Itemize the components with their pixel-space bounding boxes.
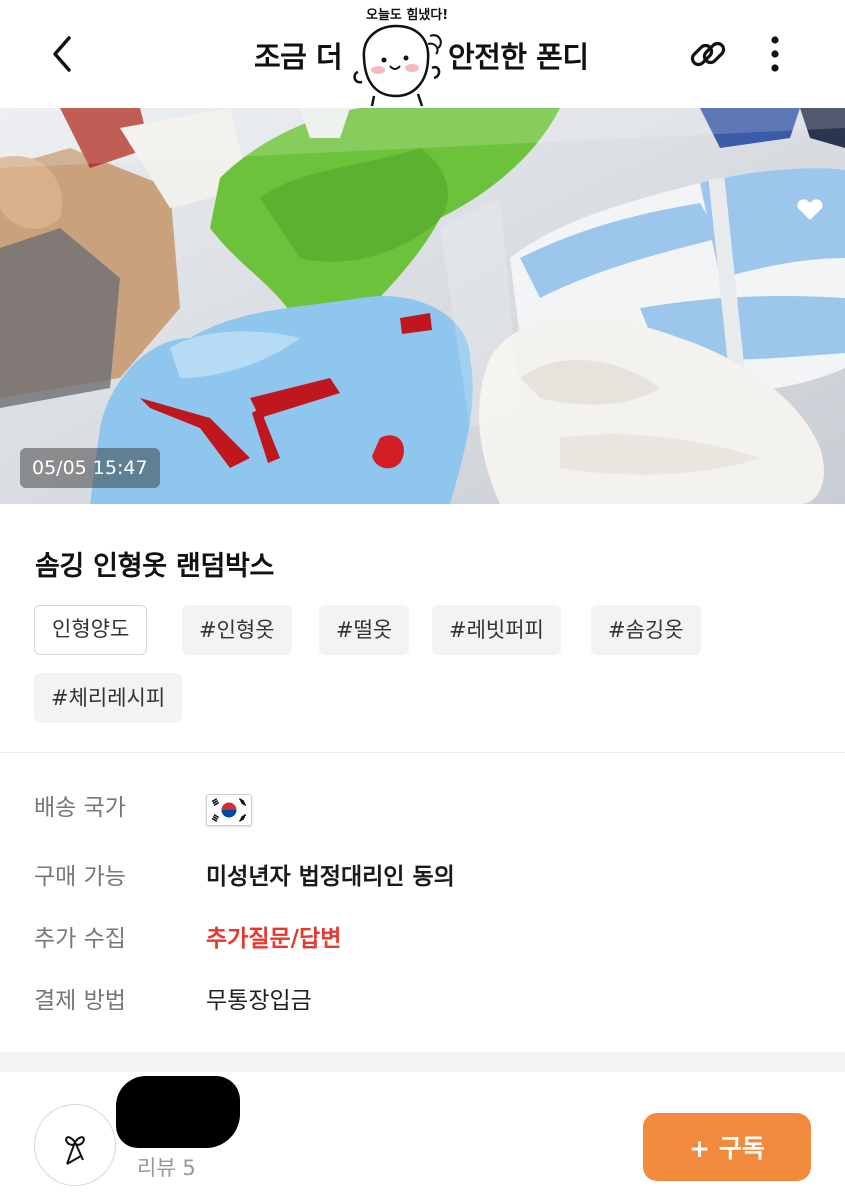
chevron-left-icon (53, 36, 71, 72)
extra-collection-label: 추가 수집 (34, 926, 126, 952)
payment-method-label: 결제 방법 (34, 988, 126, 1014)
product-photo[interactable] (0, 108, 845, 504)
shipping-country-label: 배송 국가 (34, 795, 126, 821)
tag-category[interactable]: 인형양도 (34, 605, 148, 655)
more-vertical-icon (771, 36, 779, 72)
link-icon (690, 41, 726, 67)
photo-timestamp: 05/05 15:47 (20, 448, 160, 488)
tag-item[interactable]: #레빗퍼피 (432, 605, 561, 655)
info-row-purchase: 구매 가능 미성년자 법정대리인 동의 (34, 857, 814, 897)
doll-clothes-photo (0, 108, 845, 504)
sticker-caption: 오늘도 힘냈다! (366, 8, 449, 23)
info-row-extra: 추가 수집 추가질문/답변 (34, 919, 814, 959)
page-title-right: 안전한 폰디 (448, 40, 589, 74)
more-options-button[interactable] (752, 28, 798, 80)
tag-item[interactable]: #떨옷 (319, 605, 410, 655)
tag-item[interactable]: #체리레시피 (34, 673, 183, 723)
tag-item[interactable]: #인형옷 (182, 605, 292, 655)
payment-method-value: 무통장입금 (206, 988, 312, 1014)
back-button[interactable] (36, 28, 88, 80)
section-divider (0, 752, 845, 753)
page-title-left: 조금 더 (254, 40, 343, 74)
section-divider-thick (0, 1052, 845, 1072)
product-title: 솜깅 인형옷 랜덤박스 (35, 551, 275, 582)
tag-item[interactable]: #솜깅옷 (591, 605, 701, 655)
extra-collection-value[interactable]: 추가질문/답변 (206, 919, 341, 959)
bow-icon (65, 1136, 85, 1165)
info-row-shipping: 배송 국가 (34, 788, 814, 828)
seller-name-redacted[interactable] (116, 1076, 240, 1148)
share-link-button[interactable] (682, 28, 734, 80)
subscribe-button[interactable]: + 구독 (643, 1113, 811, 1181)
purchase-value: 미성년자 법정대리인 동의 (206, 864, 455, 890)
review-count[interactable]: 리뷰 5 (137, 1152, 196, 1182)
korea-flag-icon (206, 794, 252, 826)
info-row-payment: 결제 방법 무통장입금 (34, 981, 814, 1021)
seller-avatar[interactable] (34, 1104, 116, 1186)
top-app-bar: 조금 더 오늘도 힘냈다! 안전한 폰디 (0, 0, 845, 108)
purchase-label: 구매 가능 (34, 864, 126, 890)
